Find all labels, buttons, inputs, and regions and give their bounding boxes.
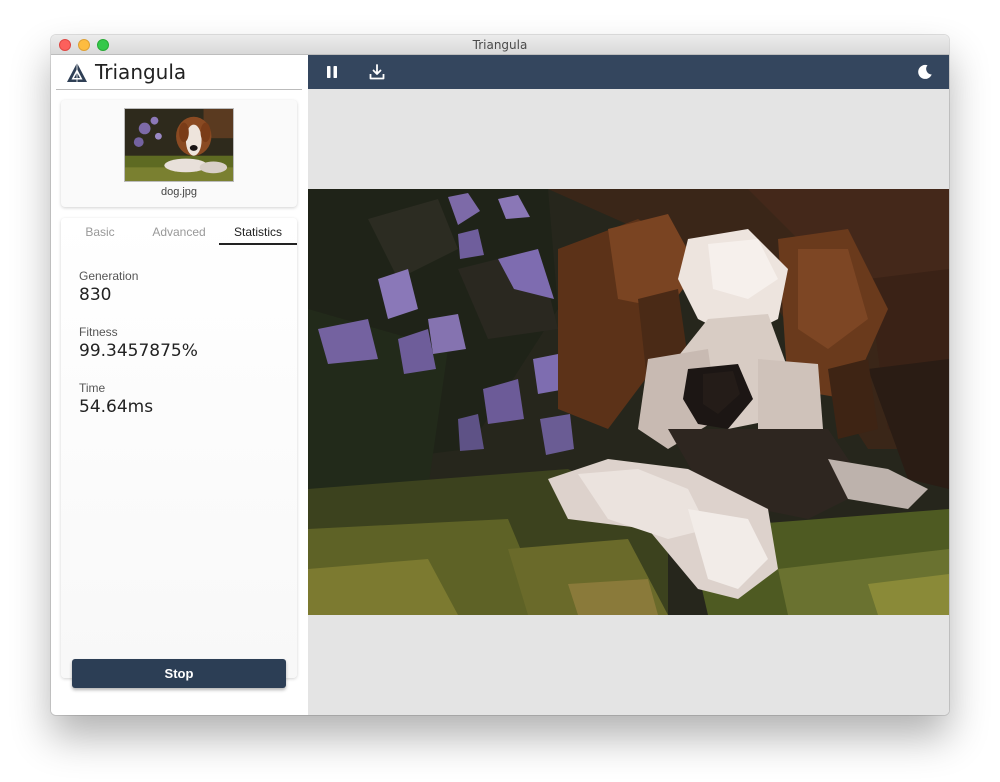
- canvas-area: [308, 89, 949, 715]
- sidebar: Triangula dog.jpg Basic Advanced Statist…: [51, 55, 308, 715]
- image-file-name: dog.jpg: [160, 186, 198, 198]
- app-name: Triangula: [95, 60, 187, 84]
- stop-button[interactable]: Stop: [72, 659, 286, 688]
- toolbar: [308, 55, 949, 89]
- tab-advanced[interactable]: Advanced: [140, 225, 218, 239]
- tab-statistics[interactable]: Statistics: [219, 225, 297, 239]
- tab-basic[interactable]: Basic: [61, 225, 139, 239]
- image-thumbnail[interactable]: [124, 108, 234, 182]
- stat-generation-value: 830: [79, 285, 112, 305]
- pause-icon[interactable]: [324, 64, 340, 80]
- image-picker-card[interactable]: dog.jpg: [61, 100, 297, 207]
- stat-time-label: Time: [79, 381, 106, 395]
- window-title: Triangula: [472, 38, 528, 52]
- stat-generation-label: Generation: [79, 269, 139, 283]
- stat-fitness-value: 99.3457875%: [79, 341, 198, 361]
- settings-tabs: Basic Advanced Statistics: [61, 218, 297, 245]
- settings-panel: Basic Advanced Statistics Generation 830…: [61, 218, 297, 678]
- brand-header: Triangula: [56, 55, 302, 90]
- download-icon[interactable]: [369, 64, 385, 80]
- stat-time: Time 54.64ms: [79, 381, 153, 417]
- title-bar[interactable]: Triangula: [51, 35, 949, 55]
- active-tab-indicator: [219, 243, 297, 245]
- stat-fitness-label: Fitness: [79, 325, 118, 339]
- stat-fitness: Fitness 99.3457875%: [79, 325, 198, 361]
- triangula-logo-icon: [67, 63, 87, 82]
- stat-generation: Generation 830: [79, 269, 138, 305]
- app-window: Triangula Triangula dog.jpg Basic Advanc…: [51, 35, 949, 715]
- dark-mode-moon-icon[interactable]: [917, 64, 933, 80]
- triangulated-output-image: [308, 189, 949, 615]
- stat-time-value: 54.64ms: [79, 397, 154, 417]
